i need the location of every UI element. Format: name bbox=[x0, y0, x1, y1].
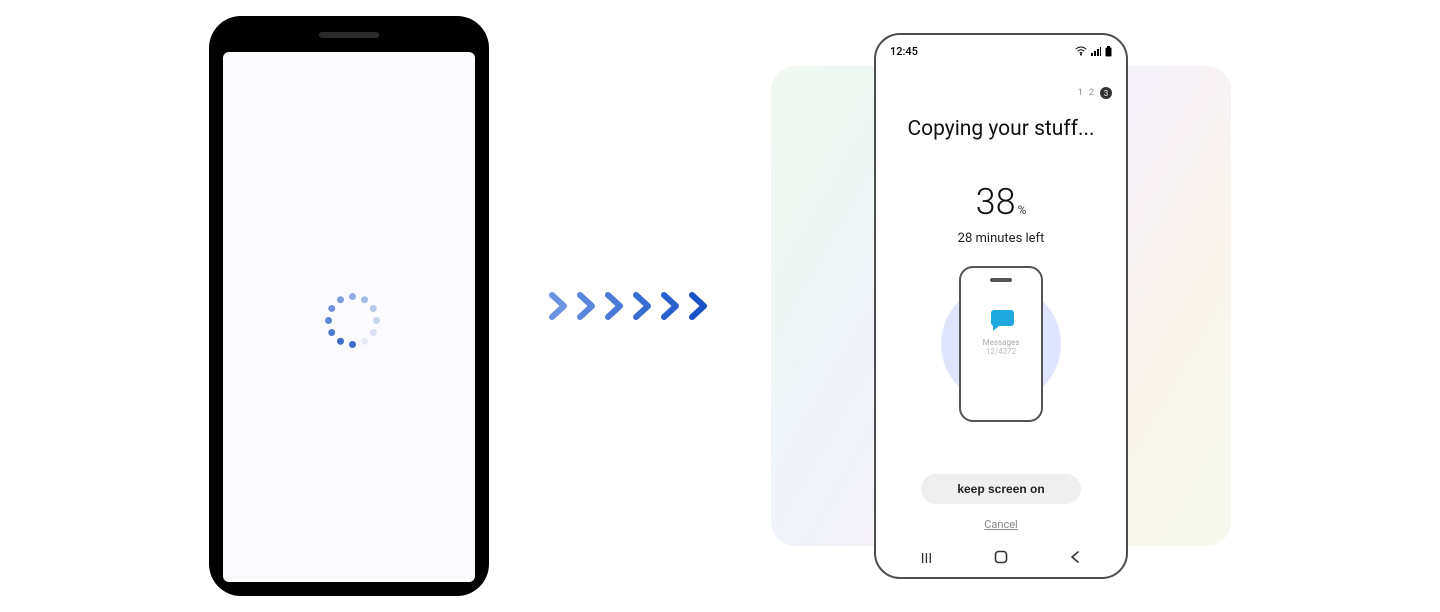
nav-back-icon[interactable] bbox=[1069, 550, 1081, 568]
page-title: Copying your stuff... bbox=[890, 117, 1112, 141]
destination-phone: 12:45 1 2 3 Copying your stuff... 38 % 2… bbox=[874, 33, 1128, 579]
progress-percent: 38 % bbox=[890, 181, 1112, 223]
eta-text: 28 minutes left bbox=[890, 231, 1112, 246]
step-3-current: 3 bbox=[1100, 87, 1112, 99]
nav-bar: III bbox=[890, 547, 1112, 571]
destination-phone-wrap: 12:45 1 2 3 Copying your stuff... 38 % 2… bbox=[771, 26, 1231, 586]
mini-notch bbox=[990, 278, 1012, 282]
status-bar: 12:45 bbox=[890, 43, 1112, 59]
chevron-right-icon bbox=[689, 292, 711, 320]
battery-icon bbox=[1105, 46, 1112, 57]
mini-phone-illustration: Messages 12/4372 bbox=[959, 266, 1043, 422]
transfer-category-label: Messages bbox=[983, 338, 1020, 347]
step-2: 2 bbox=[1089, 88, 1094, 98]
transfer-count: 12/4372 bbox=[986, 347, 1016, 356]
messages-icon bbox=[987, 308, 1015, 332]
nav-home-icon[interactable] bbox=[994, 550, 1008, 568]
chevron-right-icon bbox=[605, 292, 627, 320]
chevron-right-icon bbox=[577, 292, 599, 320]
status-time: 12:45 bbox=[890, 45, 918, 58]
chevron-right-icon bbox=[633, 292, 655, 320]
signal-icon bbox=[1091, 46, 1101, 56]
cancel-link[interactable]: Cancel bbox=[890, 518, 1112, 531]
transfer-graphic: Messages 12/4372 bbox=[890, 266, 1112, 474]
transfer-arrows bbox=[549, 292, 711, 320]
source-phone bbox=[209, 16, 489, 596]
percent-symbol: % bbox=[1018, 203, 1027, 217]
step-1: 1 bbox=[1078, 88, 1083, 98]
wifi-icon bbox=[1075, 46, 1087, 56]
phone-speaker bbox=[319, 32, 379, 38]
loading-spinner-icon bbox=[319, 287, 379, 347]
percent-value: 38 bbox=[976, 181, 1016, 223]
chevron-right-icon bbox=[661, 292, 683, 320]
step-indicator: 1 2 3 bbox=[890, 87, 1112, 99]
chevron-right-icon bbox=[549, 292, 571, 320]
keep-screen-on-button[interactable]: keep screen on bbox=[921, 474, 1081, 504]
nav-recent-icon[interactable]: III bbox=[921, 551, 932, 567]
source-phone-screen bbox=[223, 52, 475, 582]
